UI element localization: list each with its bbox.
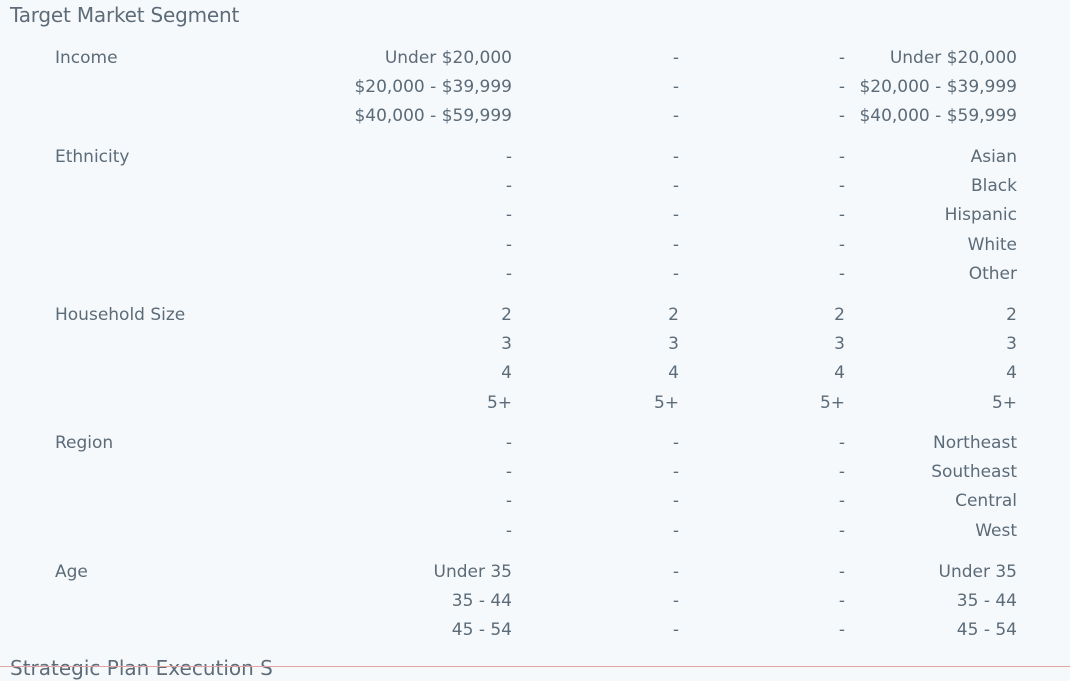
table-cell: -: [505, 147, 512, 167]
table-cell: Under $20,000: [889, 48, 1017, 68]
table-cell: -: [838, 620, 845, 641]
table-cell: -: [672, 520, 679, 541]
table-cell: Black: [971, 176, 1017, 197]
table-cell: 3: [668, 334, 679, 355]
table-cell: -: [838, 147, 845, 167]
table-cell: -: [672, 48, 679, 68]
table-row: 5+ 5+ 5+ 5+: [0, 392, 1070, 414]
table-row: - - - Hispanic: [0, 204, 1070, 226]
table-cell: West: [975, 520, 1017, 541]
table-cell: 3: [834, 334, 845, 355]
table-cell: -: [505, 491, 512, 512]
table-cell: -: [838, 234, 845, 255]
table-cell: -: [838, 205, 845, 226]
table-cell: -: [505, 263, 512, 284]
table-cell: -: [672, 491, 679, 512]
table-cell: -: [505, 205, 512, 226]
table-cell: Other: [968, 263, 1017, 284]
table-cell: -: [672, 147, 679, 167]
table-row: - - - Black: [0, 175, 1070, 197]
table-cell: -: [672, 591, 679, 612]
table-row: - - - Asian: [0, 146, 1070, 168]
table-cell: Under 35: [938, 562, 1018, 582]
table-cell: 5+: [819, 392, 845, 413]
next-section-title: Strategic Plan Execution S: [10, 656, 273, 680]
table-row: - - - Other: [0, 263, 1070, 285]
table-cell: -: [838, 591, 845, 612]
table-cell: 3: [1006, 334, 1017, 355]
table-row: - - - Northeast: [0, 432, 1070, 454]
table-cell: -: [672, 620, 679, 641]
table-cell: -: [838, 562, 845, 582]
table-cell: Under $20,000: [384, 48, 512, 68]
table-cell: $20,000 - $39,999: [859, 77, 1017, 98]
table-cell: -: [838, 491, 845, 512]
table-cell: -: [672, 77, 679, 98]
table-cell: -: [838, 176, 845, 197]
table-cell: -: [838, 106, 845, 127]
table-cell: -: [505, 462, 512, 483]
table-cell: Northeast: [933, 433, 1017, 453]
table-row: Under 35 - - Under 35: [0, 561, 1070, 583]
table-row: $20,000 - $39,999- - $20,000 - $39,999: [0, 76, 1070, 98]
table-cell: -: [838, 520, 845, 541]
table-cell: Central: [955, 491, 1017, 512]
table-row: $40,000 - $59,999- - $40,000 - $59,999: [0, 105, 1070, 127]
table-row: 35 - 44 - - 35 - 44: [0, 590, 1070, 612]
table-row: - - - White: [0, 234, 1070, 256]
table-cell: 45 - 54: [956, 620, 1017, 641]
table-cell: -: [672, 433, 679, 453]
section-title: Target Market Segment: [10, 3, 240, 27]
table-cell: 45 - 54: [451, 620, 512, 641]
table-cell: White: [967, 234, 1017, 255]
section-divider: [0, 666, 1070, 667]
table-cell: -: [505, 176, 512, 197]
table-row: 2 2 2 2: [0, 304, 1070, 326]
table-cell: 4: [834, 363, 845, 384]
table-cell: Asian: [970, 147, 1017, 167]
table-cell: 35 - 44: [451, 591, 512, 612]
table-cell: 5+: [486, 392, 512, 413]
table-cell: -: [838, 433, 845, 453]
table-cell: 2: [668, 305, 679, 325]
table-row: Under $20,000 - - Under $20,000: [0, 47, 1070, 69]
table-cell: -: [672, 205, 679, 226]
table-cell: Hispanic: [944, 205, 1017, 226]
table-cell: -: [838, 263, 845, 284]
table-cell: 2: [834, 305, 845, 325]
table-cell: $20,000 - $39,999: [354, 77, 512, 98]
table-cell: -: [838, 77, 845, 98]
table-cell: 3: [501, 334, 512, 355]
table-cell: -: [672, 176, 679, 197]
table-cell: 4: [501, 363, 512, 384]
table-cell: -: [838, 48, 845, 68]
table-row: 45 - 54 - - 45 - 54: [0, 619, 1070, 641]
table-cell: -: [505, 234, 512, 255]
table-row: - - - Southeast: [0, 461, 1070, 483]
table-row: - - - Central: [0, 490, 1070, 512]
table-cell: -: [672, 234, 679, 255]
table-cell: -: [838, 462, 845, 483]
table-cell: Under 35: [433, 562, 513, 582]
table-cell: 2: [501, 305, 512, 325]
table-cell: 35 - 44: [956, 591, 1017, 612]
table-cell: -: [672, 562, 679, 582]
table-cell: Southeast: [931, 462, 1017, 483]
table-row: 4 4 4 4: [0, 362, 1070, 384]
table-cell: 4: [668, 363, 679, 384]
table-cell: -: [505, 520, 512, 541]
table-cell: 4: [1006, 363, 1017, 384]
table-row: - - - West: [0, 520, 1070, 542]
table-cell: 2: [1006, 305, 1017, 325]
table-row: 3 3 3 3: [0, 333, 1070, 355]
table-cell: $40,000 - $59,999: [859, 106, 1017, 127]
table-cell: $40,000 - $59,999: [354, 106, 512, 127]
table-cell: 5+: [653, 392, 679, 413]
table-cell: -: [505, 433, 512, 453]
table-cell: -: [672, 462, 679, 483]
table-cell: -: [672, 263, 679, 284]
table-cell: 5+: [991, 392, 1017, 413]
table-cell: -: [672, 106, 679, 127]
